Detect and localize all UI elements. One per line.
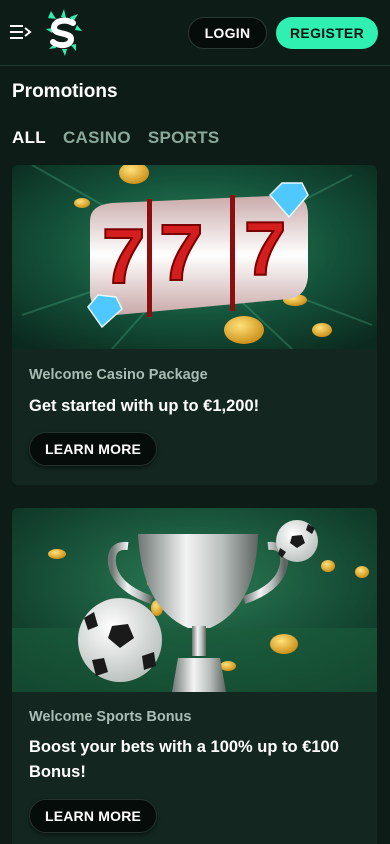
tab-all[interactable]: ALL	[12, 128, 46, 148]
promo-subtitle: Welcome Casino Package	[29, 367, 208, 383]
page-title: Promotions	[12, 81, 118, 102]
tab-casino[interactable]: CASINO	[63, 128, 131, 148]
svg-text:7: 7	[159, 208, 204, 297]
tab-sports[interactable]: SPORTS	[148, 128, 220, 148]
promo-title: Boost your bets with a 100% up to €100 B…	[29, 738, 339, 781]
register-button[interactable]: REGISTER	[276, 17, 378, 49]
learn-more-button[interactable]: LEARN MORE	[29, 799, 157, 833]
promo-title: Get started with up to €1,200!	[29, 397, 260, 415]
brand-logo-icon[interactable]	[44, 9, 84, 57]
login-button[interactable]: LOGIN	[188, 17, 267, 49]
svg-text:7: 7	[244, 207, 286, 292]
promo-tabs: ALL CASINO SPORTS	[12, 128, 220, 148]
svg-text:7: 7	[102, 212, 145, 300]
menu-icon[interactable]	[10, 22, 32, 42]
learn-more-button[interactable]: LEARN MORE	[29, 432, 157, 466]
promo-card-sports: Welcome Sports Bonus Boost your bets wit…	[12, 508, 377, 844]
slot-777-image[interactable]: 7 7 7	[12, 165, 377, 349]
promo-card-casino: 7 7 7 Welcome Casino Package Get started…	[12, 165, 377, 485]
trophy-image[interactable]	[12, 508, 377, 692]
top-header: LOGIN REGISTER	[0, 0, 390, 66]
promo-subtitle: Welcome Sports Bonus	[29, 709, 192, 725]
